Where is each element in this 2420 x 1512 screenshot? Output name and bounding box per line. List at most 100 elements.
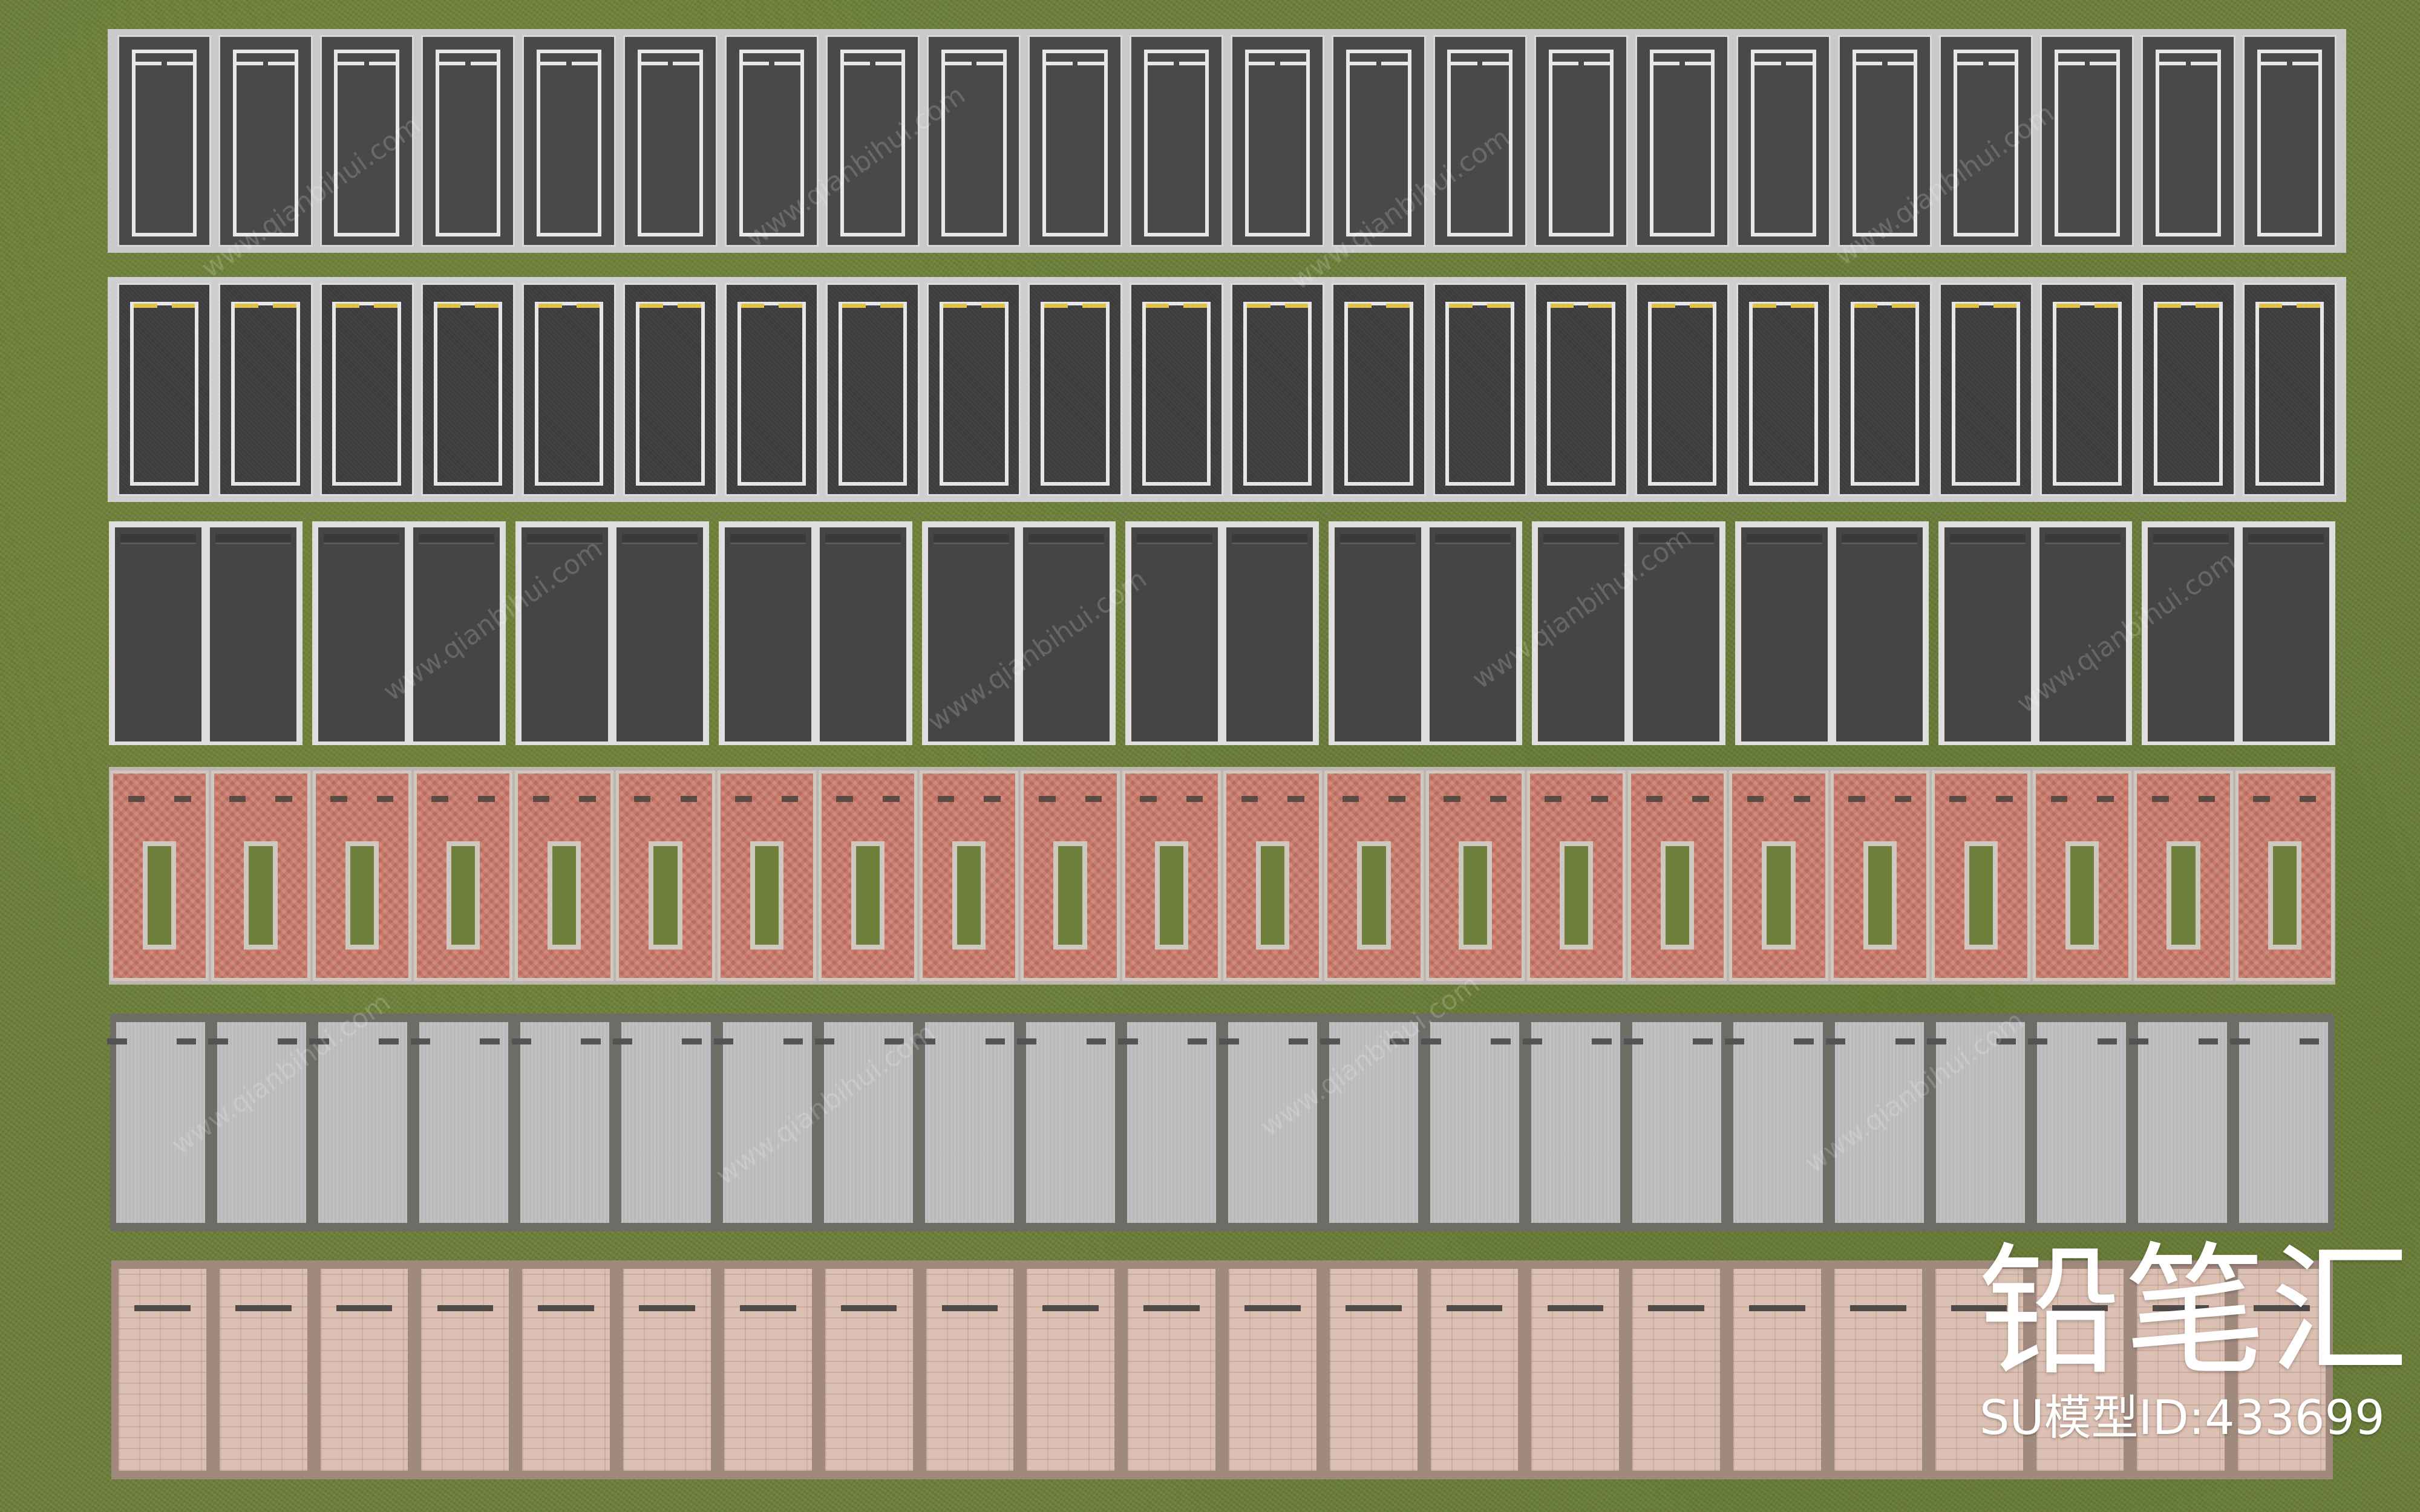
parking-stall <box>916 1022 1014 1223</box>
stall-wheel-stop <box>2097 1038 2118 1044</box>
stall-line-box <box>940 301 1009 486</box>
stall-yellow-mark <box>1651 304 1675 308</box>
parking-stall <box>1017 1022 1115 1223</box>
parking-stall <box>522 527 608 741</box>
stall-line-box <box>1143 49 1209 237</box>
stall-top-bar <box>840 62 906 66</box>
stall-bar-gap <box>1983 62 1989 66</box>
parking-layout-scene: www.qianbihui.comwww.qianbihui.comwww.qi… <box>0 0 2420 1512</box>
stall-wheel-stop <box>437 1305 494 1312</box>
parking-stall <box>1633 527 1719 741</box>
stall-yellow-mark <box>741 304 765 308</box>
stall-top-bar <box>2257 62 2323 66</box>
stall-grass-center <box>750 841 783 950</box>
stall-line-box <box>1244 49 1310 237</box>
stall-yellow-mark <box>2094 304 2118 308</box>
stall-wheel-stop <box>1444 796 1460 803</box>
stall-line-box <box>233 49 298 237</box>
parking-stall <box>2243 527 2329 741</box>
stall-line-box <box>1953 49 2019 237</box>
stall-line-box <box>1243 301 1312 486</box>
stall-line-box <box>2154 301 2223 486</box>
stall-bar-gap <box>2084 62 2090 66</box>
parking-stall <box>2039 527 2126 741</box>
stall-yellow-mark <box>1588 304 1612 308</box>
stall-bar-gap <box>768 62 774 66</box>
stall-line-box <box>1852 49 1917 237</box>
stall-wheel-stop <box>1648 1305 1705 1312</box>
parking-stall <box>1635 35 1730 247</box>
parking-stall <box>413 527 500 741</box>
stall-yellow-mark <box>437 304 461 308</box>
stall-line-box <box>1447 49 1512 237</box>
stall-top-bar <box>1953 62 2019 66</box>
stall-wheel-stop <box>1591 796 1608 803</box>
stall-bar-gap <box>566 62 572 66</box>
stall-grass-center <box>952 841 986 950</box>
parking-stall <box>818 771 918 981</box>
stall-line-box <box>332 301 401 486</box>
parking-stall <box>1433 35 1527 247</box>
stall-wheel-stop <box>1638 533 1715 544</box>
stall-wheel-stop <box>612 1038 633 1044</box>
stall-wheel-stop <box>814 1038 835 1044</box>
stall-yellow-mark <box>538 304 562 308</box>
stall-grass-center <box>548 841 581 950</box>
stall-top-bar <box>1649 62 1715 66</box>
stall-wheel-stop <box>1231 533 1308 544</box>
stall-yellow-mark <box>1044 304 1068 308</box>
stall-wheel-stop <box>621 533 698 544</box>
stall-wheel-stop <box>2044 533 2121 544</box>
stall-yellow-mark <box>880 304 904 308</box>
parking-stall <box>2230 1022 2328 1223</box>
parking-stall <box>717 771 816 981</box>
stall-yellow-mark <box>171 304 195 308</box>
parking-stall <box>115 527 201 741</box>
stall-wheel-stop <box>410 1038 430 1044</box>
parking-stall <box>927 283 1021 496</box>
parking-stall <box>825 283 920 496</box>
parking-stall <box>420 283 515 496</box>
stall-line-box <box>1346 49 1411 237</box>
parking-stall <box>1118 1022 1216 1223</box>
stall-wheel-stop <box>2097 796 2114 803</box>
stall-bar-gap <box>1781 62 1787 66</box>
parking-stall <box>1231 35 1325 247</box>
stall-yellow-mark <box>2196 304 2219 308</box>
stall-wheel-stop <box>1388 796 1406 803</box>
stall-wheel-stop <box>1926 1038 1947 1044</box>
stall-wheel-stop <box>275 796 293 803</box>
stall-line-box <box>1041 301 1110 486</box>
stall-yellow-mark <box>1854 304 1878 308</box>
parking-stall <box>1736 283 1831 496</box>
parking-stall <box>1023 527 1110 741</box>
parking-stall <box>1628 771 1727 981</box>
stall-line-box <box>129 301 199 486</box>
parking-stall <box>2141 35 2235 247</box>
parking-stall <box>1021 771 1120 981</box>
stall-wheel-stop <box>1339 533 1416 544</box>
stall-yellow-mark <box>133 304 157 308</box>
parking-stall <box>1223 771 1323 981</box>
stall-wheel-stop <box>1841 533 1918 544</box>
stall-grass-center <box>1762 841 1796 950</box>
parking-stall <box>1836 527 1923 741</box>
stall-wheel-stop <box>1646 796 1663 803</box>
stall-wheel-stop <box>933 533 1010 544</box>
stall-wheel-stop <box>1345 1305 1402 1312</box>
stall-yellow-mark <box>1955 304 1979 308</box>
stall-top-bar <box>1244 62 1310 66</box>
parking-stall <box>612 1022 711 1223</box>
parking-stall <box>2242 35 2337 247</box>
stall-top-bar <box>1346 62 1411 66</box>
parking-stall <box>1635 283 1730 496</box>
stall-yellow-mark <box>639 304 664 308</box>
parking-stall <box>1526 771 1626 981</box>
stall-yellow-mark <box>1183 304 1208 308</box>
stall-wheel-stop <box>735 796 752 803</box>
stall-wheel-stop <box>1244 1305 1301 1312</box>
stall-wheel-stop <box>1017 1038 1037 1044</box>
stall-wheel-stop <box>682 1038 702 1044</box>
parking-stall <box>522 1269 610 1471</box>
stall-wheel-stop <box>323 533 400 544</box>
